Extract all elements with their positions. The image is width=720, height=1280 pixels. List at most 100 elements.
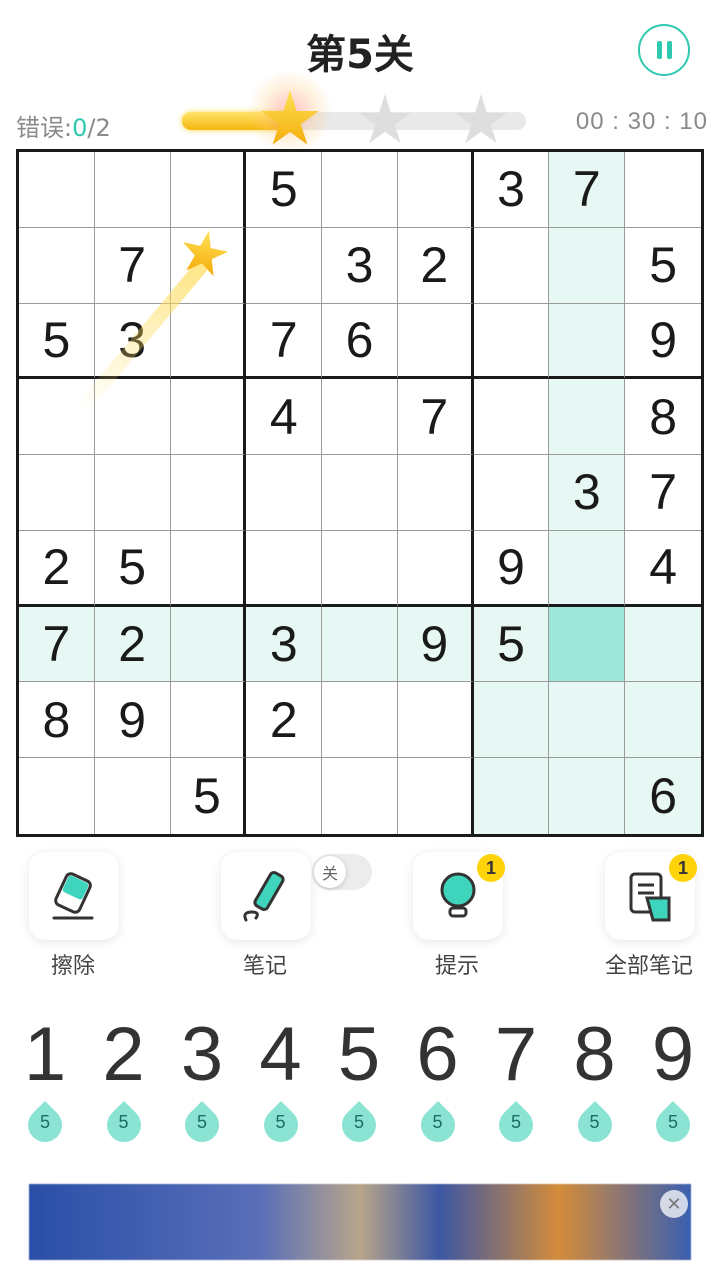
sudoku-cell[interactable]: 3 (322, 227, 398, 304)
sudoku-cell[interactable]: 6 (322, 303, 398, 380)
hint-button[interactable]: 1 (413, 852, 505, 940)
number-key-4[interactable]: 45 (242, 1010, 320, 1150)
number-key-5[interactable]: 55 (320, 1010, 398, 1150)
sudoku-cell[interactable] (322, 530, 398, 607)
sudoku-cell[interactable] (19, 152, 95, 228)
sudoku-cell[interactable] (322, 455, 398, 531)
all-notes-button[interactable]: 1 (605, 852, 697, 940)
sudoku-cell[interactable] (322, 152, 398, 228)
sudoku-cell[interactable]: 5 (19, 303, 95, 380)
sudoku-cell[interactable]: 8 (625, 379, 701, 456)
notes-button[interactable] (221, 852, 311, 940)
number-key-7[interactable]: 75 (477, 1010, 555, 1150)
sudoku-cell[interactable] (170, 606, 247, 683)
sudoku-cell[interactable] (549, 682, 626, 759)
sudoku-cell[interactable] (322, 682, 398, 759)
sudoku-cell[interactable] (246, 530, 323, 607)
sudoku-cell[interactable] (322, 606, 398, 683)
sudoku-cell[interactable] (19, 758, 95, 834)
sudoku-cell[interactable] (19, 379, 95, 456)
sudoku-cell[interactable] (246, 758, 323, 834)
sudoku-cell[interactable] (473, 303, 550, 380)
sudoku-cell[interactable] (473, 682, 550, 759)
sudoku-cell[interactable] (94, 152, 171, 228)
sudoku-cell[interactable]: 7 (397, 379, 474, 456)
sudoku-cell[interactable]: 5 (171, 758, 247, 834)
remaining-count-drop-icon: 5 (256, 1100, 305, 1150)
sudoku-cell[interactable]: 8 (19, 682, 95, 759)
sudoku-cell[interactable]: 7 (549, 152, 626, 228)
number-key-2[interactable]: 25 (85, 1010, 163, 1150)
sudoku-cell[interactable]: 7 (19, 606, 95, 683)
sudoku-cell[interactable] (625, 682, 701, 759)
sudoku-cell[interactable]: 2 (94, 606, 171, 683)
number-key-digit: 4 (259, 1012, 302, 1097)
sudoku-cell[interactable]: 2 (246, 682, 323, 759)
hint-label: 提示 (434, 954, 479, 979)
sudoku-cell[interactable] (322, 758, 398, 834)
sudoku-cell[interactable] (246, 227, 323, 304)
sudoku-cell[interactable]: 9 (94, 682, 171, 759)
sudoku-cell[interactable] (473, 379, 550, 456)
sudoku-cell[interactable] (549, 227, 626, 304)
number-key-3[interactable]: 35 (163, 1010, 241, 1150)
sudoku-cell[interactable] (549, 758, 626, 834)
sudoku-cell[interactable]: 3 (473, 152, 550, 228)
sudoku-cell[interactable] (246, 455, 323, 531)
sudoku-cell[interactable] (19, 227, 95, 304)
sudoku-cell[interactable]: 2 (397, 227, 474, 304)
sudoku-cell[interactable] (19, 455, 95, 531)
sudoku-cell[interactable] (170, 303, 247, 380)
sudoku-cell[interactable]: 4 (246, 379, 323, 456)
sudoku-cell[interactable]: 7 (246, 303, 323, 380)
sudoku-cell[interactable] (397, 455, 474, 531)
erase-button[interactable] (29, 852, 119, 940)
sudoku-cell[interactable] (473, 455, 550, 531)
sudoku-cell[interactable]: 5 (625, 228, 701, 304)
sudoku-cell[interactable]: 9 (625, 304, 701, 380)
sudoku-cell[interactable]: 9 (397, 606, 474, 683)
number-key-1[interactable]: 15 (6, 1010, 84, 1150)
sudoku-cell[interactable] (95, 758, 171, 834)
sudoku-cell[interactable]: 2 (19, 530, 95, 607)
sudoku-cell[interactable] (549, 606, 626, 683)
sudoku-cell[interactable] (170, 682, 247, 759)
sudoku-cell[interactable]: 5 (94, 530, 171, 607)
number-key-9[interactable]: 95 (634, 1010, 712, 1150)
sudoku-cell[interactable] (170, 379, 247, 456)
sudoku-cell[interactable]: 5 (473, 606, 550, 683)
sudoku-cell[interactable]: 7 (625, 455, 701, 531)
sudoku-cell[interactable]: 4 (625, 531, 701, 607)
sudoku-cell[interactable] (94, 455, 171, 531)
sudoku-cell[interactable] (397, 530, 474, 607)
pause-button[interactable] (638, 24, 690, 76)
sudoku-cell[interactable] (170, 530, 247, 607)
ad-close-icon[interactable]: ✕ (660, 1190, 688, 1218)
sudoku-cell[interactable] (397, 152, 474, 228)
ad-banner[interactable] (29, 1184, 691, 1260)
notes-toggle-knob: 关 (314, 856, 346, 888)
sudoku-cell[interactable] (549, 530, 626, 607)
sudoku-cell[interactable]: 3 (549, 455, 626, 531)
sudoku-cell[interactable]: 3 (246, 606, 323, 683)
number-key-6[interactable]: 65 (399, 1010, 477, 1150)
sudoku-cell[interactable] (170, 455, 247, 531)
sudoku-cell[interactable] (549, 379, 626, 456)
sudoku-cell[interactable] (322, 379, 398, 456)
sudoku-cell[interactable]: 6 (625, 758, 701, 834)
sudoku-cell[interactable] (398, 758, 474, 834)
sudoku-cell[interactable] (397, 682, 474, 759)
sudoku-cell[interactable] (625, 152, 701, 228)
number-key-8[interactable]: 85 (556, 1010, 634, 1150)
sudoku-cell[interactable] (170, 152, 247, 228)
sudoku-cell[interactable] (625, 606, 701, 683)
sudoku-cell[interactable]: 7 (94, 227, 171, 304)
sudoku-cell[interactable]: 9 (473, 530, 550, 607)
sudoku-cell[interactable] (549, 303, 626, 380)
sudoku-cell[interactable] (397, 303, 474, 380)
sudoku-cell[interactable] (473, 758, 550, 834)
sudoku-cell[interactable] (473, 227, 550, 304)
sudoku-cell[interactable]: 5 (246, 152, 323, 228)
notes-toggle[interactable]: 关 (312, 854, 372, 890)
remaining-count-drop-icon: 5 (413, 1100, 462, 1150)
